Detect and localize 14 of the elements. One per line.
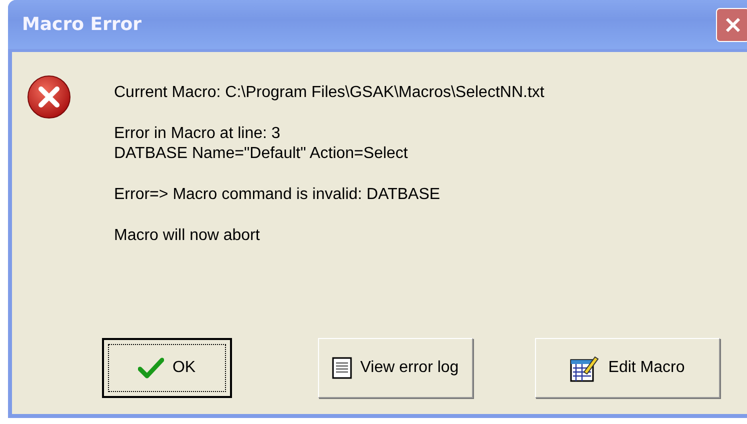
message-text: Error in Macro at line: 3 [114,124,282,144]
message-text: Macro will now abort [114,226,261,246]
edit-macro-button[interactable]: Edit Macro [535,338,720,398]
ok-button[interactable]: OK [102,338,232,398]
document-icon [332,357,352,379]
checkmark-icon [138,357,164,379]
message-text: Error=> Macro command is invalid: DATBASE [114,185,442,205]
message-text: Current Macro: C:\Program Files\GSAK\Macros\SelectNN.txt [114,83,544,103]
view-error-log-button[interactable]: View error log [318,338,473,398]
table-pencil-icon [570,354,600,382]
close-button[interactable] [716,8,747,42]
error-icon [26,74,72,120]
message-text: DATBASE Name="Default" Action=Select [114,144,409,164]
window-title: Macro Error [22,14,142,35]
